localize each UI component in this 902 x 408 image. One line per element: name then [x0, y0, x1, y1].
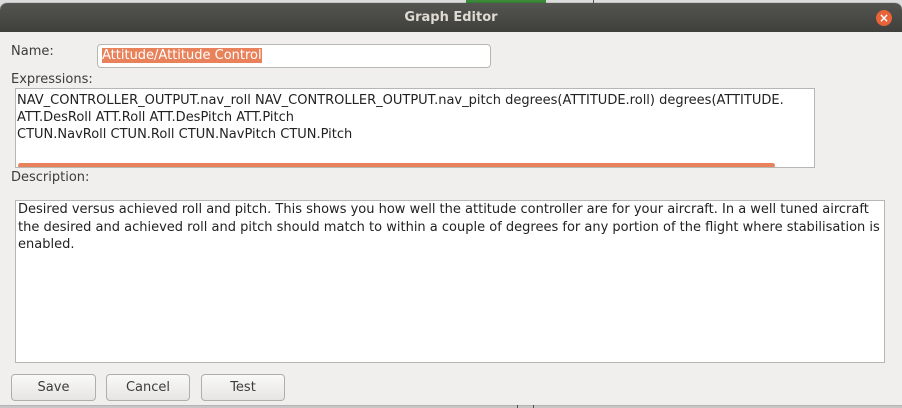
- title-bar[interactable]: Graph Editor ×: [0, 3, 902, 32]
- expressions-label: Expressions:: [11, 72, 93, 87]
- save-button[interactable]: Save: [11, 374, 96, 401]
- name-label: Name:: [11, 44, 54, 59]
- name-input-value: Attitude/Attitude Control: [102, 48, 262, 63]
- graph-editor-dialog: Graph Editor × Name: Attitude/Attitude C…: [0, 3, 902, 405]
- description-textarea[interactable]: Desired versus achieved roll and pitch. …: [15, 200, 885, 363]
- expression-line: ATT.DesRoll ATT.Roll ATT.DesPitch ATT.Pi…: [17, 110, 295, 125]
- description-text: Desired versus achieved roll and pitch. …: [18, 202, 880, 252]
- description-label: Description:: [11, 170, 90, 185]
- name-input[interactable]: Attitude/Attitude Control: [97, 44, 491, 68]
- horizontal-scrollbar[interactable]: [18, 163, 775, 167]
- expressions-textarea[interactable]: NAV_CONTROLLER_OUTPUT.nav_roll NAV_CONTR…: [15, 88, 815, 168]
- test-button[interactable]: Test: [201, 374, 285, 401]
- expression-line: NAV_CONTROLLER_OUTPUT.nav_roll NAV_CONTR…: [17, 93, 784, 108]
- expression-line: CTUN.NavRoll CTUN.Roll CTUN.NavPitch CTU…: [17, 127, 353, 142]
- cancel-button[interactable]: Cancel: [106, 374, 190, 401]
- close-icon[interactable]: ×: [876, 10, 892, 26]
- dialog-title: Graph Editor: [404, 10, 498, 25]
